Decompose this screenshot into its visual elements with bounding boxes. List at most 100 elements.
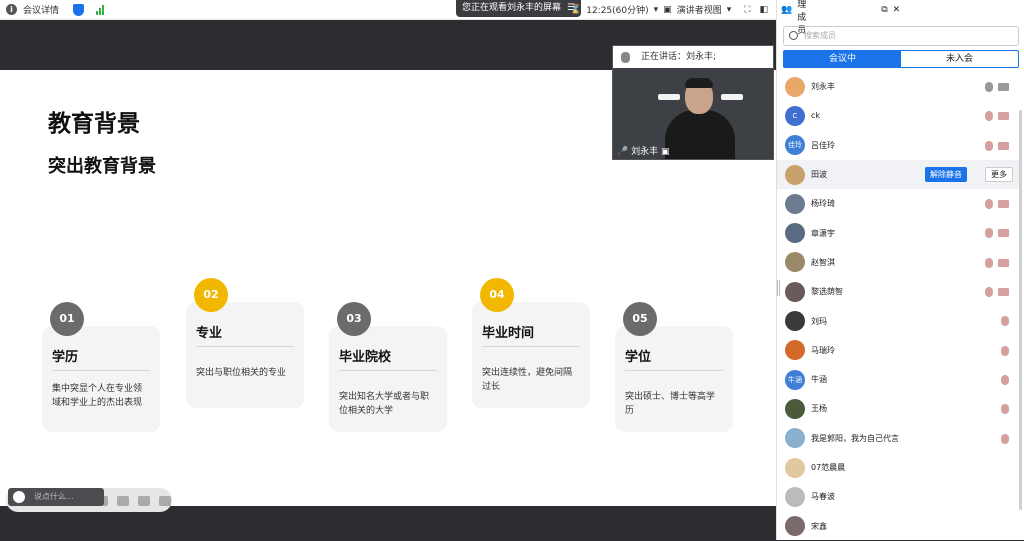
chat-input-popup[interactable]: 说点什么... xyxy=(8,488,104,506)
member-name: 07范晨晨 xyxy=(811,463,846,472)
camera-icon[interactable] xyxy=(998,288,1009,297)
screen-share-banner[interactable]: 您正在观看刘永丰的屏幕 ☰ xyxy=(456,0,582,17)
microphone-icon[interactable] xyxy=(1001,345,1009,356)
card-divider xyxy=(339,370,437,371)
avatar xyxy=(785,252,805,273)
avatar xyxy=(785,311,805,332)
member-row[interactable]: 田波 解除静音 更多 xyxy=(777,159,1019,190)
member-name: ck xyxy=(811,111,821,121)
camera-icon[interactable] xyxy=(998,83,1009,91)
microphone-icon[interactable] xyxy=(1001,374,1009,385)
member-name: 马春波 xyxy=(811,492,835,502)
collapse-icon[interactable] xyxy=(159,496,171,506)
avatar xyxy=(785,223,805,244)
camera-icon[interactable] xyxy=(998,200,1009,209)
card-divider xyxy=(52,370,150,371)
member-row[interactable]: 章潇宇 xyxy=(777,218,1019,247)
member-tabs: 会议中 未入会 xyxy=(783,50,1019,68)
avatar: 佳玲 xyxy=(785,135,805,156)
more-icon[interactable] xyxy=(138,496,150,506)
view-mode-button[interactable]: 演讲者视图 xyxy=(677,3,722,16)
video-footer: 🎤 刘永丰 ▣ xyxy=(617,147,670,157)
member-row[interactable]: 杨玲琦 xyxy=(777,189,1019,218)
microphone-icon[interactable] xyxy=(985,287,993,298)
card-education-level: 01 学历 集中突显个人在专业领域和学业上的杰出表现 xyxy=(42,302,160,432)
ceiling-light xyxy=(721,94,743,100)
popout-icon[interactable]: ⧉ xyxy=(881,5,887,15)
member-row[interactable]: 马瑞玲 xyxy=(777,336,1019,365)
avatar: 牛涵 xyxy=(785,369,805,390)
sidebar-toggle-icon[interactable]: ◧ xyxy=(760,5,769,15)
member-row[interactable]: 佳玲 吕佳玲 xyxy=(777,131,1019,160)
top-bar-left: i 会议详情 xyxy=(6,3,105,16)
search-input[interactable]: 搜索成员 xyxy=(783,26,1019,46)
avatar xyxy=(785,340,805,361)
member-row[interactable]: 我是郭阳，我为自己代言 xyxy=(777,424,1019,453)
tab-not-joined[interactable]: 未入会 xyxy=(901,51,1018,67)
camera-icon[interactable] xyxy=(998,229,1009,238)
avatar xyxy=(785,76,805,97)
chevron-down-icon[interactable]: ▾ xyxy=(727,5,732,15)
avatar: C xyxy=(785,105,805,126)
person-hair xyxy=(685,78,713,88)
card-description: 突出与职位相关的专业 xyxy=(196,368,287,378)
meeting-details-button[interactable]: 会议详情 xyxy=(23,3,59,16)
panel-resize-handle[interactable] xyxy=(777,280,780,296)
microphone-icon[interactable] xyxy=(985,82,993,92)
speaker-video-window[interactable]: 正在讲话：刘永丰; 🎤 刘永丰 ▣ xyxy=(612,45,774,160)
search-icon xyxy=(789,31,798,40)
card-number: 03 xyxy=(337,302,371,336)
member-name: 我是郭阳，我为自己代言 xyxy=(811,433,899,443)
scrollbar[interactable] xyxy=(1019,110,1022,510)
card-number: 05 xyxy=(623,302,657,336)
fullscreen-icon[interactable]: ⛶ xyxy=(744,5,750,15)
info-icon[interactable]: i xyxy=(6,4,17,15)
card-degree: 05 学位 突出硕士、博士等高学历 xyxy=(615,302,733,432)
member-name: 章潇宇 xyxy=(811,228,835,238)
top-bar-right: ⌛ 12:25(60分钟) ▾ ▣ 演讲者视图 ▾ ⛶ ◧ xyxy=(570,3,769,17)
microphone-icon[interactable] xyxy=(1001,404,1009,415)
member-row[interactable]: 07范晨晨 xyxy=(777,453,1019,482)
tab-in-meeting[interactable]: 会议中 xyxy=(784,51,901,67)
meeting-time[interactable]: 12:25(60分钟) xyxy=(586,3,648,16)
microphone-icon[interactable] xyxy=(985,228,993,239)
members-icon: 👥 xyxy=(781,5,793,15)
member-name: 王杨 xyxy=(811,404,827,414)
top-bar: i 会议详情 您正在观看刘永丰的屏幕 ☰ ⌛ 12:25(60分钟) ▾ ▣ 演… xyxy=(0,0,776,20)
camera-icon[interactable] xyxy=(998,258,1009,267)
card-description: 突出连续性，避免间隔过长 xyxy=(482,368,573,392)
member-row[interactable]: 黎选荫智 xyxy=(777,277,1019,306)
member-row[interactable]: 王杨 xyxy=(777,394,1019,423)
camera-icon[interactable] xyxy=(998,112,1009,121)
member-row[interactable]: 刘永丰 xyxy=(777,72,1019,101)
signal-icon[interactable] xyxy=(96,4,105,15)
speaking-indicator: 正在讲话：刘永丰; xyxy=(613,46,773,68)
microphone-icon[interactable] xyxy=(985,111,993,122)
microphone-icon[interactable] xyxy=(985,199,993,210)
person-body xyxy=(665,110,735,159)
emoji-icon[interactable] xyxy=(13,491,25,503)
member-row[interactable]: 马春波 xyxy=(777,482,1019,511)
chat-input[interactable]: 说点什么... xyxy=(34,492,74,501)
member-row[interactable]: 牛涵 牛涵 xyxy=(777,365,1019,394)
microphone-icon[interactable] xyxy=(1001,316,1009,327)
member-row[interactable]: 宋鑫 xyxy=(777,511,1019,540)
close-icon[interactable]: ✕ xyxy=(893,5,901,15)
member-row[interactable]: 刘玛 xyxy=(777,306,1019,335)
microphone-icon[interactable] xyxy=(985,257,993,268)
microphone-icon xyxy=(621,52,630,63)
microphone-icon[interactable] xyxy=(985,140,993,151)
chevron-down-icon[interactable]: ▾ xyxy=(654,5,659,15)
avatar xyxy=(785,164,805,185)
more-button[interactable]: 更多 xyxy=(985,166,1013,182)
layout-icon[interactable]: ▣ xyxy=(663,5,672,15)
member-row[interactable]: 赵智淇 xyxy=(777,248,1019,277)
unmute-button[interactable]: 解除静音 xyxy=(925,166,967,182)
avatar xyxy=(785,486,805,507)
member-row[interactable]: Cck xyxy=(777,101,1019,130)
comment-icon[interactable] xyxy=(117,496,129,506)
camera-icon[interactable] xyxy=(998,141,1009,150)
shield-icon[interactable] xyxy=(73,3,85,16)
member-name: 赵智淇 xyxy=(811,257,835,267)
microphone-icon[interactable] xyxy=(1001,433,1009,444)
